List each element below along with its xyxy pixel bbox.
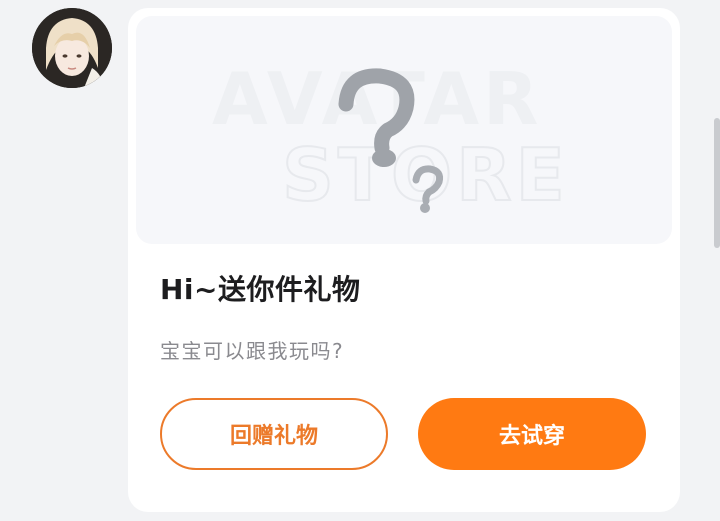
gift-message-card: AVATAR STORE Hi~送你件礼物 宝宝可以跟我玩吗? 回赠礼物 去试穿 <box>128 8 680 512</box>
try-on-button[interactable]: 去试穿 <box>418 398 646 470</box>
gift-placeholder-image: AVATAR STORE <box>212 57 566 218</box>
message-subtitle: 宝宝可以跟我玩吗? <box>160 339 345 363</box>
scrollbar[interactable] <box>714 118 720 248</box>
avatar-image <box>32 8 112 88</box>
gift-banner: AVATAR STORE <box>136 16 672 244</box>
sender-avatar[interactable] <box>32 8 112 88</box>
return-gift-button[interactable]: 回赠礼物 <box>160 398 388 470</box>
message-title: Hi~送你件礼物 <box>160 273 361 306</box>
